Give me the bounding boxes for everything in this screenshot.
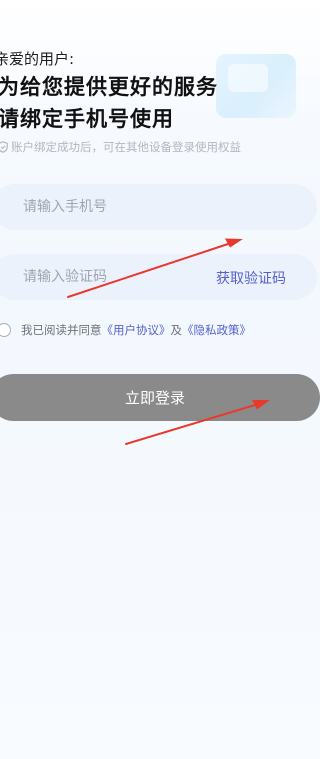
verification-code-input[interactable] bbox=[23, 254, 223, 300]
phone-input[interactable] bbox=[23, 184, 223, 230]
login-button[interactable]: 立即登录 bbox=[0, 374, 320, 421]
get-code-button[interactable]: 获取验证码 bbox=[216, 268, 286, 288]
agreement-row: 我已阅读并同意 《用户协议》 及 《隐私政策》 bbox=[0, 322, 251, 338]
agreement-checkbox[interactable] bbox=[0, 323, 11, 337]
header-illustration bbox=[216, 54, 296, 118]
user-agreement-link[interactable]: 《用户协议》 bbox=[102, 322, 171, 338]
binding-hint: 账户绑定成功后，可在其他设备登录使用权益 bbox=[0, 139, 241, 155]
agreement-prefix: 我已阅读并同意 bbox=[21, 323, 102, 337]
privacy-policy-link[interactable]: 《隐私政策》 bbox=[182, 322, 251, 338]
greeting-text: 亲爱的用户: bbox=[0, 50, 75, 68]
agreement-conjunction: 及 bbox=[170, 323, 183, 337]
headline-line-2: 请绑定手机号使用 bbox=[0, 107, 174, 131]
binding-hint-text: 账户绑定成功后，可在其他设备登录使用权益 bbox=[11, 140, 241, 154]
phone-field bbox=[0, 184, 317, 230]
headline-line-1: 为给您提供更好的服务 bbox=[0, 75, 218, 99]
shield-icon bbox=[0, 141, 8, 153]
